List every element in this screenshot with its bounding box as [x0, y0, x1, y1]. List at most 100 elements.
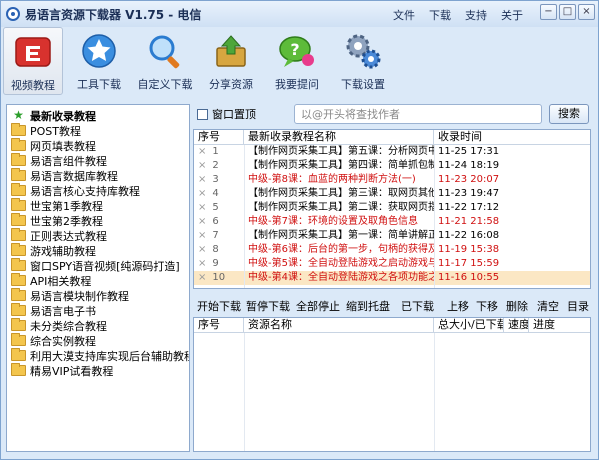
delete-button[interactable]: 删除 [506, 298, 528, 314]
folder-icon [11, 318, 26, 331]
download-list: 序号 资源名称 总大小/已下载 速度 进度 [193, 317, 591, 452]
tree-item[interactable]: 易语言核心支持库教程 [7, 183, 189, 198]
remove-icon[interactable]: × [198, 188, 206, 199]
dl-header-speed[interactable]: 速度 [504, 318, 529, 332]
tree-item[interactable]: 游戏辅助教程 [7, 243, 189, 258]
menu-file[interactable]: 文件 [393, 7, 415, 23]
row-time: 11-19 15:38 [438, 244, 500, 255]
tree-item[interactable]: 易语言电子书 [7, 303, 189, 318]
row-time: 11-25 17:31 [438, 146, 500, 157]
header-name[interactable]: 最新收录教程名称 [244, 130, 434, 144]
tree-item[interactable]: 易语言模块制作教程 [7, 288, 189, 303]
maximize-button[interactable]: □ [559, 4, 576, 20]
column-divider [244, 145, 245, 288]
folder-icon [11, 303, 26, 316]
header-time[interactable]: 收录时间 [434, 130, 590, 144]
tree-item[interactable]: 正则表达式教程 [7, 228, 189, 243]
dl-header-size[interactable]: 总大小/已下载 [434, 318, 504, 332]
remove-icon[interactable]: × [198, 216, 206, 227]
tree-item[interactable]: ★ 最新收录教程 [7, 108, 189, 123]
remove-icon[interactable]: × [198, 244, 206, 255]
tool-download-settings[interactable]: 下载设置 [333, 27, 393, 95]
dl-header-progress[interactable]: 进度 [529, 318, 590, 332]
downloaded-button[interactable]: 已下载 [401, 298, 434, 314]
tree-item[interactable]: 综合实例教程 [7, 333, 189, 348]
tool-download-tools[interactable]: 工具下载 [69, 27, 129, 95]
star-icon: ★ [13, 108, 24, 122]
tree-item[interactable]: 易语言数据库教程 [7, 168, 189, 183]
move-up-button[interactable]: 上移 [447, 298, 469, 314]
row-name: 【制作网页采集工具】第五课：分析网页中 [248, 146, 434, 157]
remove-icon[interactable]: × [198, 160, 206, 171]
always-on-top-checkbox[interactable] [197, 108, 208, 120]
start-download-button[interactable]: 开始下载 [197, 298, 241, 314]
table-row[interactable]: × 7 【制作网页采集工具】第一课：简单讲解正 11-22 16:08 [194, 229, 590, 243]
row-name: 【制作网页采集工具】第三课：取网页其他 [248, 188, 434, 199]
folder-icon [11, 363, 26, 376]
row-number-cell: × 9 [194, 257, 244, 271]
remove-icon[interactable]: × [198, 272, 206, 283]
row-time: 11-22 17:12 [438, 202, 500, 213]
table-row[interactable]: × 9 中级-第5课：全自动登陆游戏之启动游戏与 11-17 15:59 [194, 257, 590, 271]
menu-download[interactable]: 下载 [429, 7, 451, 23]
row-number: 7 [212, 230, 219, 241]
remove-icon[interactable]: × [198, 230, 206, 241]
table-row[interactable]: × 6 中级-第7课：环境的设置及取角色信息 11-21 21:58 [194, 215, 590, 229]
folder-icon [11, 123, 26, 136]
tool-custom-download[interactable]: 自定义下载 [135, 27, 195, 95]
svg-text:?: ? [290, 40, 299, 59]
row-number: 9 [212, 258, 219, 269]
tree-item[interactable]: 未分类综合教程 [7, 318, 189, 333]
tree-item[interactable]: 世宝第2季教程 [7, 213, 189, 228]
remove-icon[interactable]: × [198, 174, 206, 185]
pause-download-button[interactable]: 暂停下载 [246, 298, 290, 314]
remove-icon[interactable]: × [198, 258, 206, 269]
tree-item[interactable]: 网页填表教程 [7, 138, 189, 153]
stop-all-button[interactable]: 全部停止 [296, 298, 340, 314]
always-on-top-option[interactable]: 窗口置顶 [197, 106, 256, 122]
folder-icon [11, 213, 26, 226]
tree-item[interactable]: 精易VIP试看教程 [7, 363, 189, 378]
directory-button[interactable]: 目录 [567, 298, 589, 314]
category-tree[interactable]: ★ 最新收录教程 POST教程 网页填表教程 易语言组件教程 易语言数据库教程 易语言核心支… [6, 104, 190, 452]
dl-header-name[interactable]: 资源名称 [244, 318, 434, 332]
minimize-to-tray-button[interactable]: 缩到托盘 [346, 298, 390, 314]
close-button[interactable]: × [578, 4, 595, 20]
menu-support[interactable]: 支持 [465, 7, 487, 23]
search-button[interactable]: 搜索 [549, 104, 589, 124]
gear-icon [343, 31, 383, 71]
dl-header-no[interactable]: 序号 [194, 318, 244, 332]
tree-item[interactable]: 世宝第1季教程 [7, 198, 189, 213]
tool-label: 下载设置 [341, 78, 385, 91]
tree-item[interactable]: POST教程 [7, 123, 189, 138]
clear-button[interactable]: 清空 [537, 298, 559, 314]
tree-item[interactable]: 窗口SPY语音视频[纯源码打造] [7, 258, 189, 273]
tool-video-tutorials[interactable]: 视频教程 [3, 27, 63, 95]
row-name: 中级-第4课：全自动登陆游戏之各项功能之 [248, 272, 434, 283]
table-row[interactable]: × 10 中级-第4课：全自动登陆游戏之各项功能之 11-16 10:55 [194, 271, 590, 285]
remove-icon[interactable]: × [198, 146, 206, 157]
tree-item-label: 易语言组件教程 [30, 154, 107, 168]
tree-item[interactable]: API相关教程 [7, 273, 189, 288]
table-row[interactable]: × 4 【制作网页采集工具】第三课：取网页其他 11-23 19:47 [194, 187, 590, 201]
move-down-button[interactable]: 下移 [476, 298, 498, 314]
table-row[interactable]: × 3 中级-第8课：血蓝的两种判断方法(一) 11-23 20:07 [194, 173, 590, 187]
search-input[interactable] [294, 104, 542, 124]
tool-share-resources[interactable]: 分享资源 [201, 27, 261, 95]
row-time: 11-22 16:08 [438, 230, 500, 241]
minimize-button[interactable]: − [540, 4, 557, 20]
table-row[interactable]: × 8 中级-第6课：后台的第一步，句柄的获得及 11-19 15:38 [194, 243, 590, 257]
remove-icon[interactable]: × [198, 202, 206, 213]
menu-about[interactable]: 关于 [501, 7, 523, 23]
table-row[interactable]: × 5 【制作网页采集工具】第二课：获取网页指 11-22 17:12 [194, 201, 590, 215]
tree-item[interactable]: 易语言组件教程 [7, 153, 189, 168]
table-row[interactable]: × 1 【制作网页采集工具】第五课：分析网页中 11-25 17:31 [194, 145, 590, 159]
row-number: 3 [212, 174, 219, 185]
tree-item[interactable]: 利用大漠支持库实现后台辅助教程 [7, 348, 189, 363]
header-no[interactable]: 序号 [194, 130, 244, 144]
folder-icon [11, 153, 26, 166]
table-row[interactable]: × 2 【制作网页采集工具】第四课：简单抓包制 11-24 18:19 [194, 159, 590, 173]
download-list-header: 序号 资源名称 总大小/已下载 速度 进度 [194, 318, 590, 333]
main-toolbar: 视频教程 工具下载 自定义下载 分享资源 ? 我要提问 下载设置 [1, 27, 598, 97]
tool-ask-question[interactable]: ? 我要提问 [267, 27, 327, 95]
